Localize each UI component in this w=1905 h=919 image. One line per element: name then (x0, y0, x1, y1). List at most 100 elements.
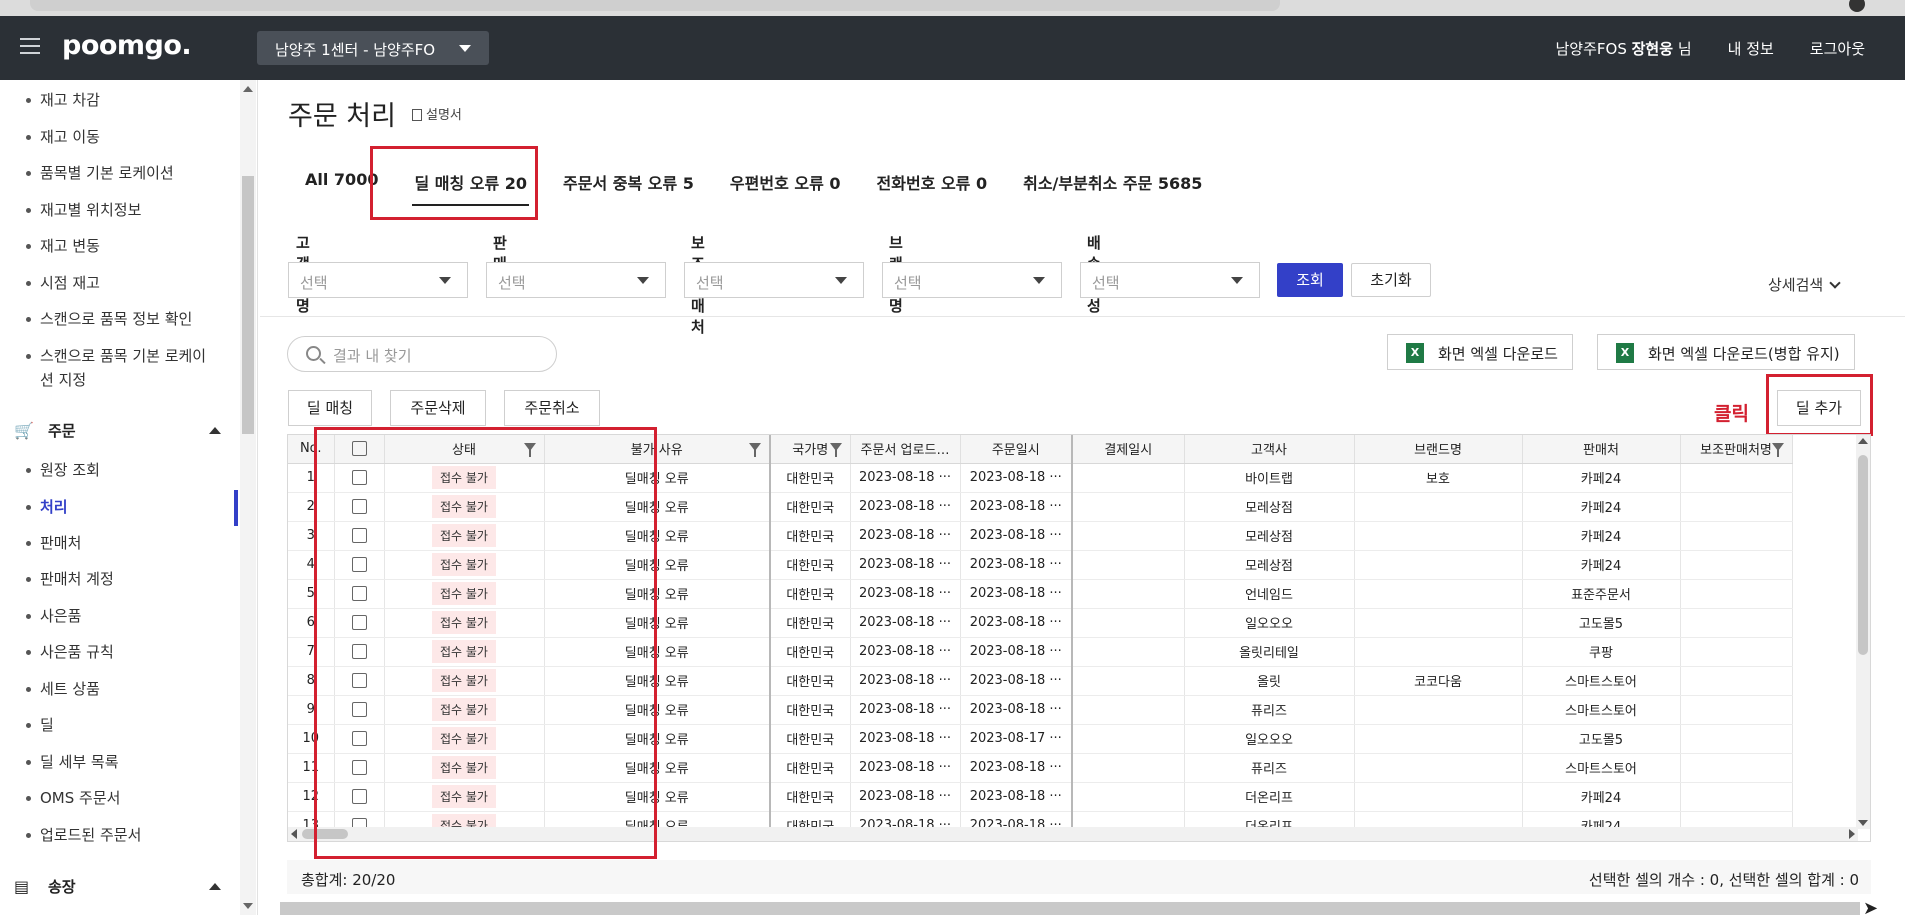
cell-seller[interactable]: 스마트스토어 (1522, 753, 1681, 783)
cell-country[interactable]: 대한민국 (770, 724, 851, 754)
cell-upload-date[interactable]: 2023-08-18 ··· (850, 695, 961, 725)
reset-button[interactable]: 초기화 (1351, 263, 1431, 297)
tab-phone-error[interactable]: 전화번호 오류 0 (877, 170, 988, 200)
cell-brand[interactable] (1354, 579, 1523, 609)
col-header-seller[interactable]: 판매처 (1522, 435, 1681, 464)
sidebar-section-order[interactable]: 🛒 주문 (14, 420, 221, 441)
cell-client[interactable]: 퓨리즈 (1184, 695, 1355, 725)
query-button[interactable]: 조회 (1277, 263, 1343, 297)
cell-sub-seller[interactable] (1680, 579, 1793, 609)
cell-brand[interactable] (1354, 492, 1523, 522)
cell-upload-date[interactable]: 2023-08-18 ··· (850, 550, 961, 580)
sidebar-item-gift[interactable]: 사은품 (25, 604, 81, 628)
page-horizontal-scrollbar[interactable] (280, 902, 1860, 915)
cell-brand[interactable]: 보호 (1354, 463, 1523, 493)
grid-vertical-scrollbar[interactable] (1856, 435, 1870, 829)
tab-cancelled-orders[interactable]: 취소/부분취소 주문 5685 (1023, 170, 1202, 200)
cell-upload-date[interactable]: 2023-08-18 ··· (850, 463, 961, 493)
cell-pay-date[interactable] (1072, 608, 1185, 638)
sidebar-item-oms-order[interactable]: OMS 주문서 (25, 786, 120, 810)
cell-order-date[interactable]: 2023-08-18 ··· (960, 695, 1073, 725)
cell-order-date[interactable]: 2023-08-18 ··· (960, 637, 1073, 667)
sidebar-item-gift-rule[interactable]: 사은품 규칙 (26, 640, 114, 664)
cell-upload-date[interactable]: 2023-08-18 ··· (850, 666, 961, 696)
cell-sub-seller[interactable] (1680, 753, 1793, 783)
filter-client-select[interactable]: 선택 (288, 262, 468, 298)
cell-client[interactable]: 바이트랩 (1184, 463, 1355, 493)
cell-pay-date[interactable] (1072, 521, 1185, 551)
cell-sub-seller[interactable] (1680, 695, 1793, 725)
cell-sub-seller[interactable] (1680, 608, 1793, 638)
cell-sub-seller[interactable] (1680, 724, 1793, 754)
cell-upload-date[interactable]: 2023-08-18 ··· (850, 579, 961, 609)
cell-client[interactable]: 일오오오 (1184, 608, 1355, 638)
cell-country[interactable]: 대한민국 (770, 579, 851, 609)
cell-order-date[interactable]: 2023-08-18 ··· (960, 521, 1073, 551)
cell-brand[interactable] (1354, 782, 1523, 812)
cell-upload-date[interactable]: 2023-08-18 ··· (850, 608, 961, 638)
col-header-client[interactable]: 고객사 (1184, 435, 1355, 464)
sidebar-item-point-stock[interactable]: 시점 재고 (26, 271, 100, 295)
cancel-order-button[interactable]: 주문취소 (504, 390, 600, 426)
sidebar-item-scan-info[interactable]: 스캔으로 품목 정보 확인 (25, 307, 192, 331)
cell-sub-seller[interactable] (1680, 666, 1793, 696)
result-search-input[interactable]: 결과 내 찾기 (287, 336, 557, 372)
filter-sub-seller-select[interactable]: 선택 (684, 262, 864, 298)
cell-country[interactable]: 대한민국 (770, 753, 851, 783)
cell-client[interactable]: 올릿리테일 (1184, 637, 1355, 667)
excel-download-button[interactable]: X 화면 엑셀 다운로드 (1387, 334, 1573, 370)
cell-brand[interactable] (1354, 637, 1523, 667)
cell-pay-date[interactable] (1072, 550, 1185, 580)
cell-pay-date[interactable] (1072, 492, 1185, 522)
cell-order-date[interactable]: 2023-08-18 ··· (960, 608, 1073, 638)
col-header-country[interactable]: 국가명 (770, 435, 851, 464)
cell-seller[interactable]: 고도몰5 (1522, 608, 1681, 638)
cell-pay-date[interactable] (1072, 666, 1185, 696)
sidebar-item-deal-detail[interactable]: 딜 세부 목록 (26, 750, 119, 774)
cell-sub-seller[interactable] (1680, 492, 1793, 522)
sidebar-item-seller[interactable]: 판매처 (25, 531, 81, 555)
cell-brand[interactable] (1354, 753, 1523, 783)
sidebar-item-default-location[interactable]: 품목별 기본 로케이션 (26, 161, 174, 185)
cell-brand[interactable] (1354, 521, 1523, 551)
sidebar-item-stock-position[interactable]: 재고별 위치정보 (25, 198, 141, 222)
cell-order-date[interactable]: 2023-08-18 ··· (960, 666, 1073, 696)
logo[interactable]: poomgo. (62, 30, 192, 61)
cell-client[interactable]: 더온리프 (1184, 782, 1355, 812)
filter-brand-select[interactable]: 선택 (882, 262, 1062, 298)
cell-pay-date[interactable] (1072, 724, 1185, 754)
cell-upload-date[interactable]: 2023-08-18 ··· (850, 637, 961, 667)
sidebar-item-stock-change[interactable]: 재고 변동 (26, 234, 100, 258)
cell-client[interactable]: 올릿 (1184, 666, 1355, 696)
cell-country[interactable]: 대한민국 (770, 463, 851, 493)
sidebar-item-ledger[interactable]: 원장 조회 (26, 458, 100, 482)
cell-brand[interactable]: 코코다움 (1354, 666, 1523, 696)
deal-match-button[interactable]: 딜 매칭 (288, 390, 372, 426)
sidebar-item-deal[interactable]: 딜 (26, 713, 54, 737)
cell-order-date[interactable]: 2023-08-18 ··· (960, 753, 1073, 783)
sidebar-item-process[interactable]: 처리 (26, 495, 68, 519)
cell-pay-date[interactable] (1072, 782, 1185, 812)
profile-icon[interactable] (1849, 0, 1865, 12)
col-header-upload[interactable]: 주문서 업로드… (850, 435, 961, 464)
sidebar-item-set-product[interactable]: 세트 상품 (26, 677, 100, 701)
cell-country[interactable]: 대한민국 (770, 695, 851, 725)
cell-order-date[interactable]: 2023-08-18 ··· (960, 463, 1073, 493)
cell-seller[interactable]: 고도몰5 (1522, 724, 1681, 754)
cell-brand[interactable] (1354, 695, 1523, 725)
cell-pay-date[interactable] (1072, 695, 1185, 725)
center-selector[interactable]: 남양주 1센터 - 남양주FO (257, 31, 489, 65)
cell-seller[interactable]: 카페24 (1522, 463, 1681, 493)
cell-brand[interactable] (1354, 608, 1523, 638)
col-header-order-date[interactable]: 주문일시 (960, 435, 1073, 464)
cell-country[interactable]: 대한민국 (770, 550, 851, 580)
col-header-pay-date[interactable]: 결제일시 (1072, 435, 1185, 464)
cell-sub-seller[interactable] (1680, 782, 1793, 812)
cell-pay-date[interactable] (1072, 579, 1185, 609)
cell-upload-date[interactable]: 2023-08-18 ··· (850, 782, 961, 812)
cell-sub-seller[interactable] (1680, 637, 1793, 667)
cell-order-date[interactable]: 2023-08-18 ··· (960, 579, 1073, 609)
sidebar-item-stock-deduct[interactable]: 재고 차감 (26, 88, 100, 112)
filter-shipping-select[interactable]: 선택 (1080, 262, 1260, 298)
cell-seller[interactable]: 카페24 (1522, 550, 1681, 580)
